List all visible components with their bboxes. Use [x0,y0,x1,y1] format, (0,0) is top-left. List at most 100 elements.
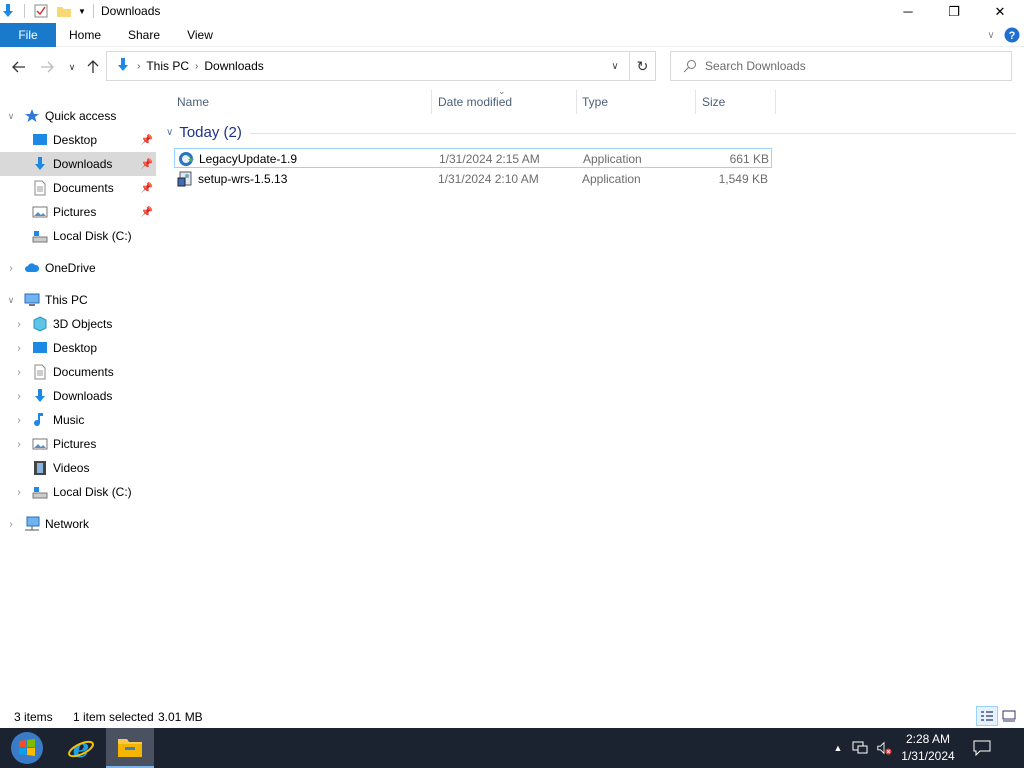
expand-icon[interactable]: › [13,318,25,330]
tab-home[interactable]: Home [60,23,110,47]
address-dropdown-icon[interactable]: ∨ [607,58,623,74]
nav-pc-downloads[interactable]: › Downloads [0,384,156,408]
file-explorer-taskbar-button[interactable] [106,728,154,768]
column-divider[interactable] [431,90,432,114]
pin-icon[interactable]: 📌 [141,206,153,218]
nav-onedrive[interactable]: › OneDrive [0,256,156,280]
search-box[interactable] [670,51,1012,81]
cube-icon [32,316,48,332]
nav-qa-documents[interactable]: Documents 📌 [0,176,156,200]
tab-view[interactable]: View [178,23,222,47]
expand-icon[interactable]: › [13,438,25,450]
collapse-icon[interactable]: ∨ [5,294,17,306]
start-button[interactable] [2,728,52,768]
documents-icon [32,364,48,380]
column-header-type[interactable]: Type [582,94,608,116]
back-arrow-icon[interactable] [10,58,28,76]
large-icons-view-button[interactable] [998,706,1020,726]
system-clock[interactable]: 2:28 AM 1/31/2024 [896,731,960,765]
nav-label: Videos [53,461,90,475]
search-input[interactable] [705,52,1005,80]
show-hidden-icons-icon[interactable]: ▲ [830,740,846,756]
downloads-location-icon [115,57,131,76]
column-divider[interactable] [576,90,577,114]
tab-share[interactable]: Share [118,23,170,47]
clock-time: 2:28 AM [905,732,951,746]
expand-icon[interactable]: › [13,390,25,402]
breadcrumb-this-pc[interactable]: This PC [146,59,189,73]
column-divider[interactable] [695,90,696,114]
up-arrow-icon[interactable] [84,58,102,76]
help-icon[interactable]: ? [1004,27,1020,43]
column-header-size[interactable]: Size [702,94,725,116]
nav-label: Desktop [53,133,98,147]
nav-qa-downloads[interactable]: Downloads 📌 [0,152,156,176]
expand-icon[interactable]: › [5,518,17,530]
nav-pc-local-disk[interactable]: › Local Disk (C:) [0,480,156,504]
search-icon [683,59,697,73]
file-type: Application [582,172,641,186]
address-bar[interactable]: › This PC › Downloads ∨ [106,51,630,81]
collapse-group-icon[interactable]: ∨ [166,127,173,138]
pin-icon[interactable]: 📌 [141,134,153,146]
pin-icon[interactable]: 📌 [141,182,153,194]
nav-network[interactable]: › Network [0,512,156,536]
forward-arrow-icon[interactable] [38,58,56,76]
nav-pc-documents[interactable]: › Documents [0,360,156,384]
notifications-icon[interactable] [972,739,992,757]
group-header[interactable]: ∨ Today (2) [166,124,242,141]
column-divider[interactable] [775,90,776,114]
volume-muted-icon[interactable] [876,740,892,756]
file-row[interactable]: LegacyUpdate-1.9 1/31/2024 2:15 AM Appli… [174,148,772,168]
details-view-button[interactable] [976,706,998,726]
nav-pc-pictures[interactable]: › Pictures [0,432,156,456]
file-name: setup-wrs-1.5.13 [198,172,288,186]
status-bar: 3 items 1 item selected 3.01 MB [0,704,1024,728]
nav-qa-pictures[interactable]: Pictures 📌 [0,200,156,224]
network-status-icon[interactable] [852,740,868,756]
chevron-right-icon[interactable]: › [137,61,140,72]
nav-quick-access[interactable]: ∨ Quick access [0,104,156,128]
chevron-right-icon[interactable]: › [195,61,198,72]
expand-ribbon-icon[interactable]: ∨ [983,27,999,43]
svg-text:e: e [73,734,90,762]
windows-orb-icon [11,732,43,764]
nav-qa-local-disk[interactable]: Local Disk (C:) [0,224,156,248]
expand-icon[interactable]: › [13,342,25,354]
expand-icon[interactable]: › [13,366,25,378]
column-header-name[interactable]: Name [177,94,209,116]
close-button[interactable]: ✕ [977,0,1023,23]
nav-this-pc[interactable]: ∨ This PC [0,288,156,312]
restore-button[interactable]: ❐ [931,0,977,23]
file-size: 661 KB [729,152,769,166]
nav-label: Local Disk (C:) [53,229,132,243]
expand-icon[interactable]: › [13,486,25,498]
nav-qa-desktop[interactable]: Desktop 📌 [0,128,156,152]
nav-pc-3d-objects[interactable]: › 3D Objects [0,312,156,336]
collapse-icon[interactable]: ∨ [5,110,17,122]
nav-label: Desktop [53,341,98,355]
recent-locations-icon[interactable]: ∨ [63,58,81,76]
downloads-folder-icon[interactable] [0,3,16,19]
expand-icon[interactable]: › [13,414,25,426]
nav-label: Downloads [53,157,113,171]
tab-file[interactable]: File [0,23,56,47]
refresh-button[interactable]: ↻ [630,51,656,81]
internet-explorer-button[interactable]: e [58,728,104,768]
nav-label: This PC [45,293,88,307]
breadcrumb-downloads[interactable]: Downloads [204,59,263,73]
selection-size: 3.01 MB [158,710,203,724]
minimize-button[interactable]: ─ [885,0,931,23]
expand-icon[interactable]: › [5,262,17,274]
legacy-update-icon [178,151,194,167]
file-row[interactable]: setup-wrs-1.5.13 1/31/2024 2:10 AM Appli… [174,169,772,189]
column-header-date[interactable]: Date modified [438,94,512,116]
customize-toolbar-icon[interactable]: ▼ [74,3,90,19]
window-title: Downloads [101,4,161,18]
nav-pc-videos[interactable]: Videos [0,456,156,480]
nav-pc-music[interactable]: › Music [0,408,156,432]
new-folder-icon[interactable] [56,3,72,19]
properties-icon[interactable] [33,3,49,19]
pin-icon[interactable]: 📌 [141,158,153,170]
nav-pc-desktop[interactable]: › Desktop [0,336,156,360]
